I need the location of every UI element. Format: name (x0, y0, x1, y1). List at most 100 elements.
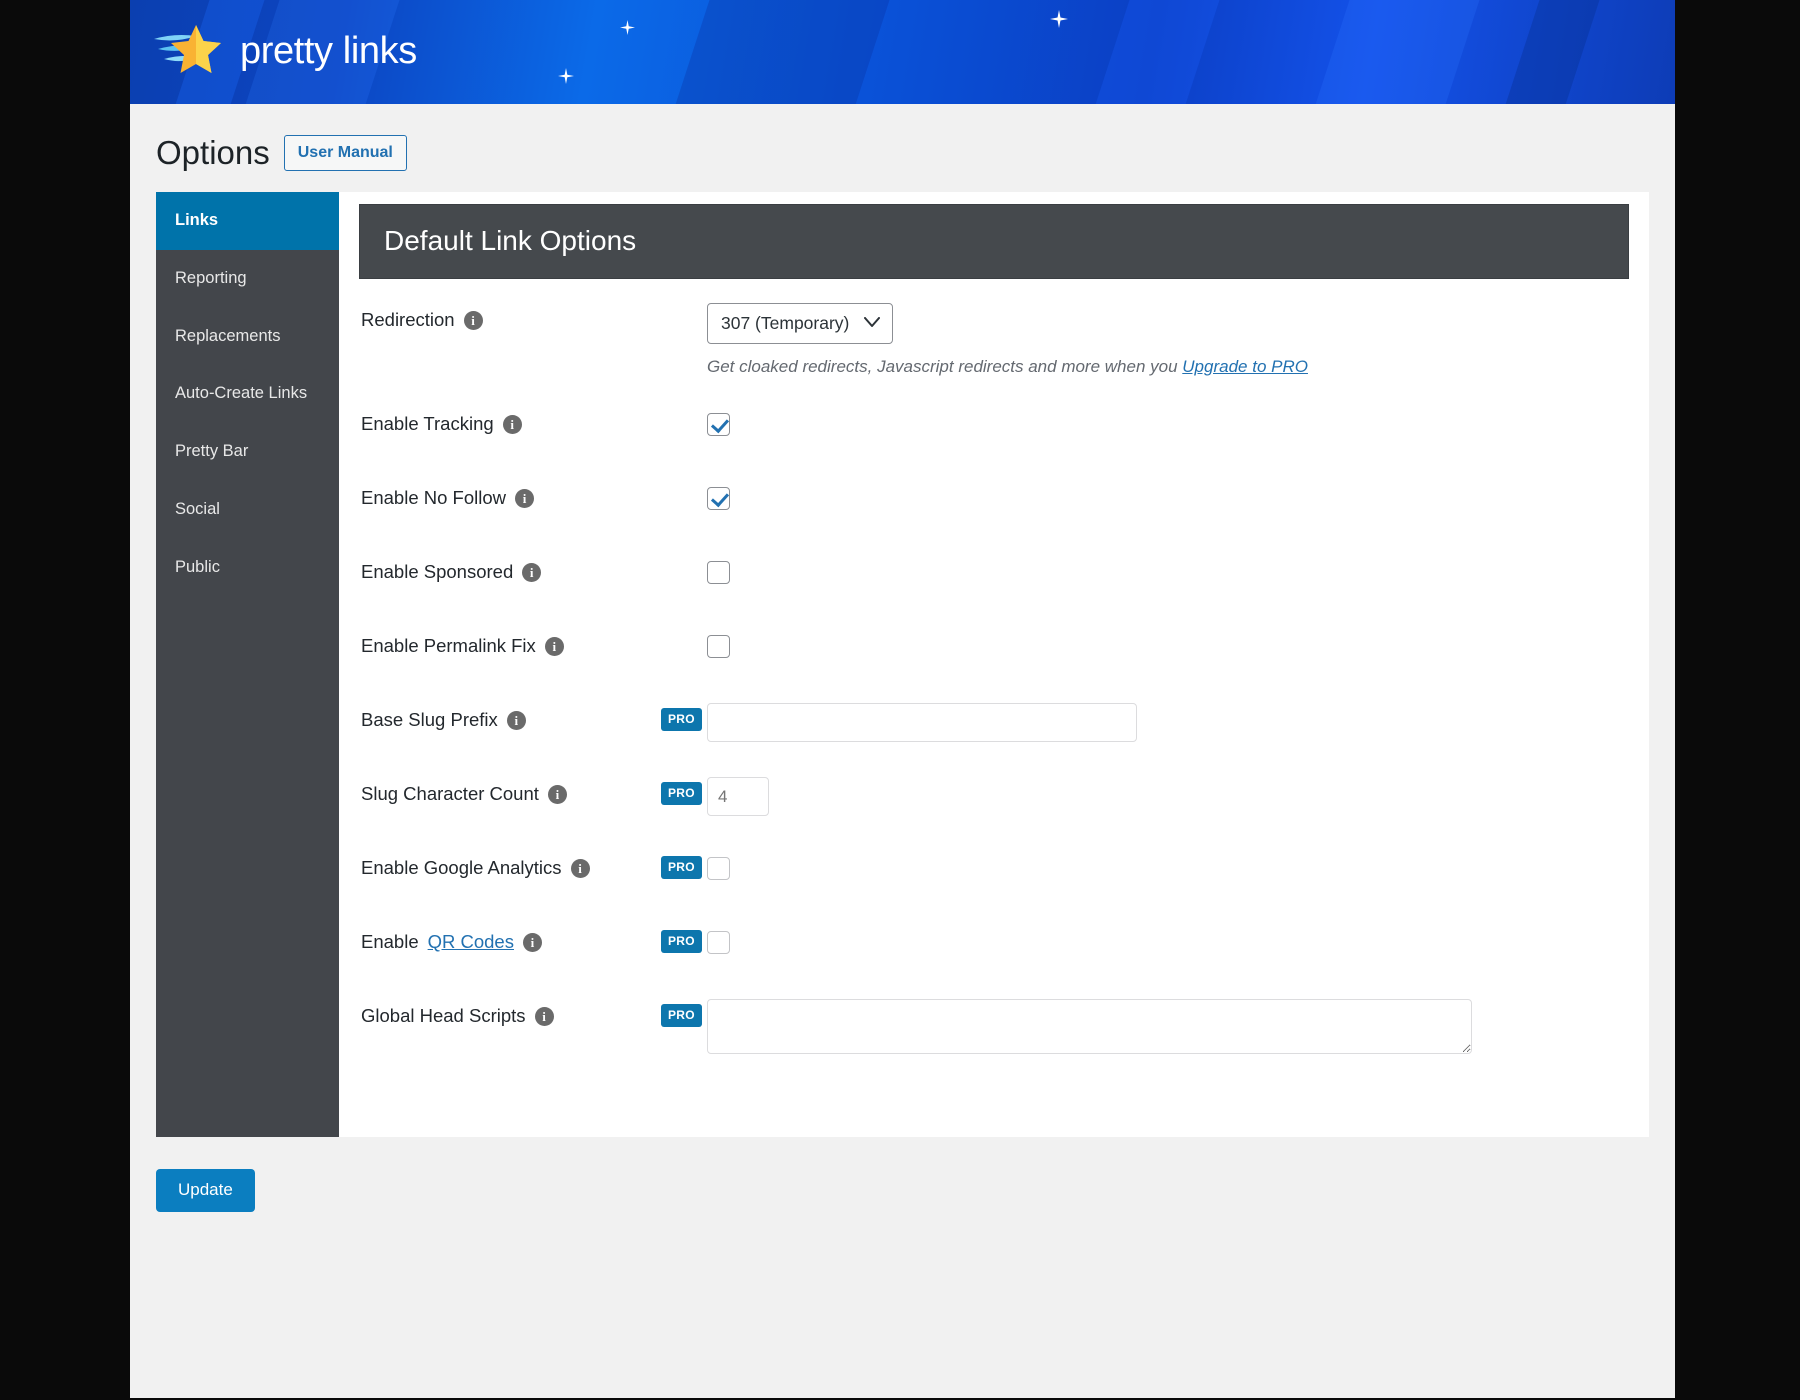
row-enable-qr-codes: Enable QR Codes i PRO (359, 923, 1629, 997)
update-button[interactable]: Update (156, 1169, 255, 1212)
field-enable-qr-codes (707, 923, 1629, 959)
info-icon[interactable]: i (502, 414, 522, 434)
label-text: Slug Character Count (361, 783, 539, 804)
label-enable-qr-codes: Enable QR Codes i (361, 923, 661, 953)
info-icon[interactable]: i (515, 488, 534, 508)
pro-badge[interactable]: PRO (661, 856, 702, 879)
label-text: Global Head Scripts (361, 1005, 526, 1026)
sidebar-item-reporting[interactable]: Reporting (156, 250, 339, 308)
user-manual-button[interactable]: User Manual (283, 134, 407, 172)
sparkle-icon (1050, 10, 1068, 28)
label-enable-permalink-fix: Enable Permalink Fix i (361, 627, 661, 657)
sidebar-item-public[interactable]: Public (156, 539, 339, 597)
row-enable-tracking: Enable Tracking i (359, 405, 1629, 479)
label-text: Base Slug Prefix (361, 709, 498, 730)
info-icon[interactable]: i (522, 562, 542, 582)
redirection-select[interactable]: 307 (Temporary) (707, 303, 893, 344)
field-global-head-scripts (707, 997, 1629, 1059)
banner-stripe (1297, 0, 1493, 104)
options-form: Redirection i 307 (Temporary) Get cloake… (359, 279, 1629, 1087)
page-title: Options (156, 134, 270, 171)
settings-content: Default Link Options Redirection i 307 (… (339, 192, 1649, 1137)
pro-badge[interactable]: PRO (661, 782, 702, 805)
row-enable-sponsored: Enable Sponsored i (359, 553, 1629, 627)
pro-slot: PRO (661, 775, 707, 805)
global-head-scripts-textarea[interactable] (707, 999, 1472, 1054)
sidebar-item-auto-create-links[interactable]: Auto-Create Links (156, 365, 339, 423)
enable-no-follow-checkbox[interactable] (707, 487, 730, 510)
pro-slot: PRO (661, 849, 707, 879)
row-enable-no-follow: Enable No Follow i (359, 479, 1629, 553)
logo[interactable]: pretty links (152, 18, 417, 84)
sparkle-icon (558, 68, 574, 84)
sparkle-icon (620, 20, 635, 35)
info-icon[interactable]: i (544, 636, 564, 656)
label-enable-no-follow: Enable No Follow i (361, 479, 661, 509)
sidebar-item-social[interactable]: Social (156, 481, 339, 539)
row-redirection: Redirection i 307 (Temporary) Get cloake… (359, 301, 1629, 405)
banner-stripe (657, 0, 903, 104)
upgrade-to-pro-link[interactable]: Upgrade to PRO (1182, 357, 1308, 376)
info-icon[interactable]: i (463, 310, 483, 330)
label-base-slug-prefix: Base Slug Prefix i (361, 701, 661, 731)
label-text: Enable Sponsored (361, 561, 514, 582)
form-actions: Update (130, 1137, 1675, 1212)
label-global-head-scripts: Global Head Scripts i (361, 997, 661, 1027)
slug-character-count-input[interactable] (707, 777, 769, 816)
info-icon[interactable]: i (570, 858, 590, 878)
label-redirection: Redirection i (361, 301, 661, 331)
label-text: Redirection (361, 309, 455, 330)
enable-qr-codes-checkbox[interactable] (707, 931, 730, 954)
pro-slot: PRO (661, 923, 707, 953)
hint-text: Get cloaked redirects, Javascript redire… (707, 357, 1183, 376)
redirection-select-wrap: 307 (Temporary) (707, 303, 893, 344)
enable-tracking-checkbox[interactable] (707, 413, 730, 436)
field-slug-character-count (707, 775, 1629, 816)
label-enable-sponsored: Enable Sponsored i (361, 553, 661, 583)
info-icon[interactable]: i (522, 932, 542, 952)
pro-badge[interactable]: PRO (661, 930, 702, 953)
row-global-head-scripts: Global Head Scripts i PRO (359, 997, 1629, 1087)
field-enable-google-analytics (707, 849, 1629, 885)
info-icon[interactable]: i (534, 1006, 554, 1026)
label-enable-tracking: Enable Tracking i (361, 405, 661, 435)
enable-permalink-fix-checkbox[interactable] (707, 635, 730, 658)
info-icon[interactable]: i (547, 784, 567, 804)
page-header: Options User Manual (130, 104, 1675, 192)
row-base-slug-prefix: Base Slug Prefix i PRO (359, 701, 1629, 775)
label-text: Enable (361, 931, 419, 952)
base-slug-prefix-input[interactable] (707, 703, 1137, 742)
label-text: Enable No Follow (361, 487, 506, 508)
banner-stripe (1077, 0, 1233, 104)
field-enable-sponsored (707, 553, 1629, 589)
settings-sidebar: Links Reporting Replacements Auto-Create… (156, 192, 339, 1137)
row-enable-permalink-fix: Enable Permalink Fix i (359, 627, 1629, 701)
enable-sponsored-checkbox[interactable] (707, 561, 730, 584)
settings-shell: Links Reporting Replacements Auto-Create… (156, 192, 1649, 1137)
panel-title: Default Link Options (359, 204, 1629, 279)
label-text: Enable Google Analytics (361, 857, 562, 878)
pro-badge[interactable]: PRO (661, 708, 702, 731)
field-redirection: 307 (Temporary) Get cloaked redirects, J… (707, 301, 1629, 377)
shooting-star-icon (152, 21, 230, 81)
label-text: Enable Permalink Fix (361, 635, 536, 656)
sidebar-item-replacements[interactable]: Replacements (156, 308, 339, 366)
row-slug-character-count: Slug Character Count i PRO (359, 775, 1629, 849)
sidebar-item-links[interactable]: Links (156, 192, 339, 250)
brand-banner: pretty links (130, 0, 1675, 104)
pro-slot: PRO (661, 997, 707, 1027)
label-text: Enable Tracking (361, 413, 494, 434)
admin-page: pretty links Options User Manual Links R… (130, 0, 1675, 1398)
redirection-hint: Get cloaked redirects, Javascript redire… (707, 357, 1629, 377)
enable-google-analytics-checkbox[interactable] (707, 857, 730, 880)
banner-stripe (1487, 0, 1613, 104)
field-enable-no-follow (707, 479, 1629, 515)
field-enable-tracking (707, 405, 1629, 441)
qr-codes-link[interactable]: QR Codes (428, 931, 514, 953)
pro-badge[interactable]: PRO (661, 1004, 702, 1027)
field-base-slug-prefix (707, 701, 1629, 742)
sidebar-item-pretty-bar[interactable]: Pretty Bar (156, 423, 339, 481)
info-icon[interactable]: i (506, 710, 526, 730)
label-enable-google-analytics: Enable Google Analytics i (361, 849, 661, 879)
pro-slot: PRO (661, 701, 707, 731)
